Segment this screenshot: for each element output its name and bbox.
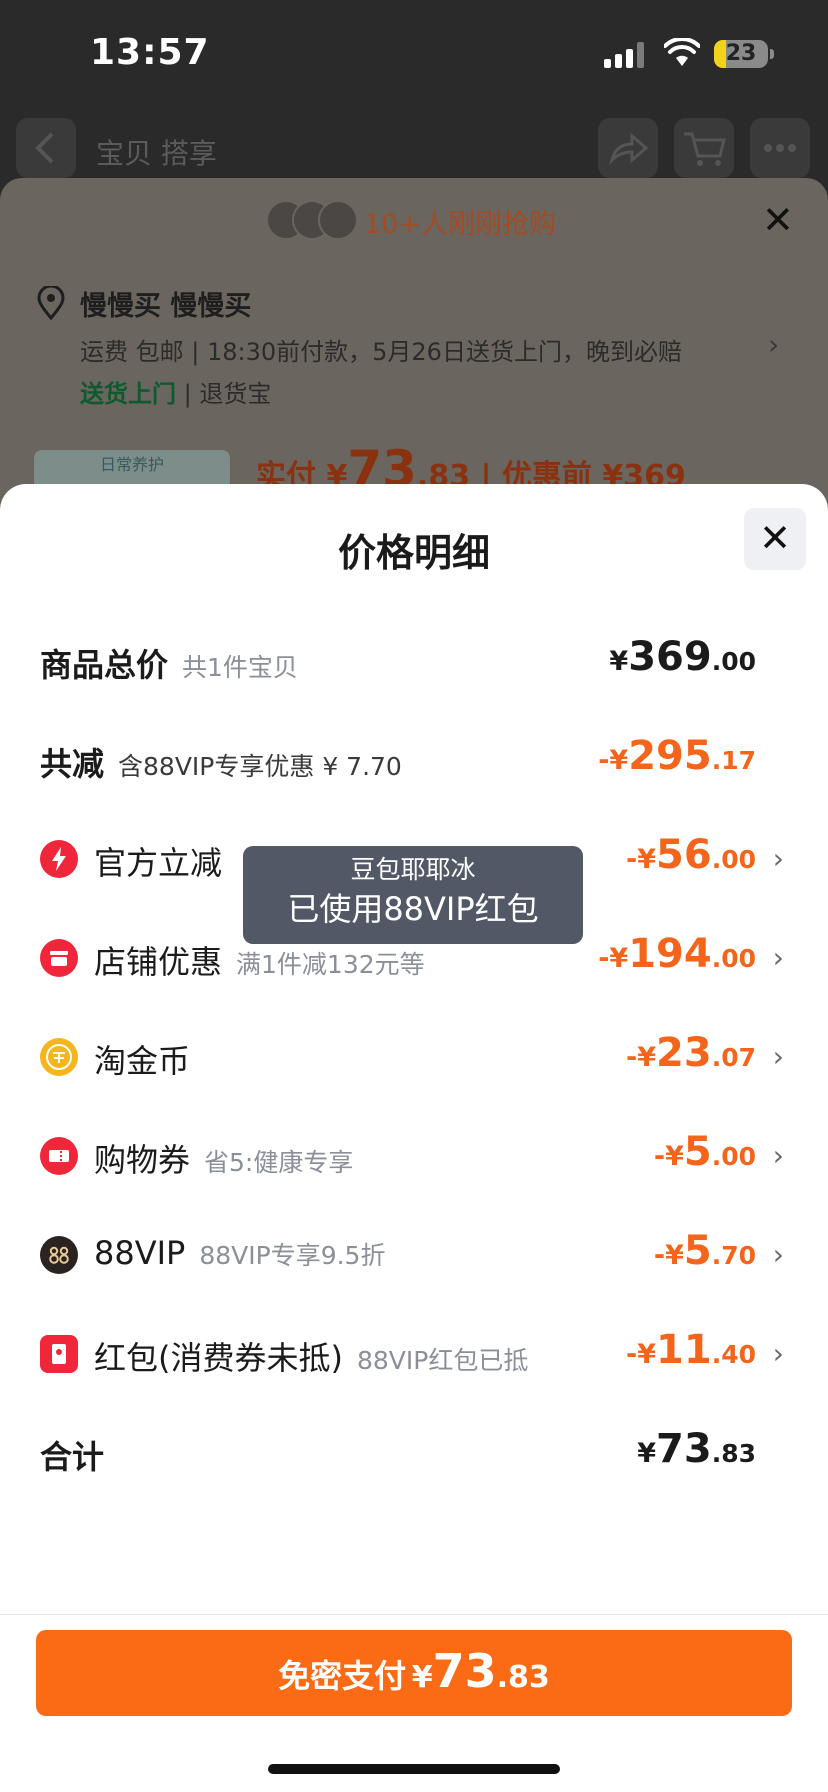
battery-icon: 23 [714, 40, 768, 68]
order-close-icon[interactable]: ✕ [762, 198, 794, 242]
shipping-info: 运费 包邮 | 18:30前付款，5月26日送货上门，晚到必赔 [80, 338, 682, 366]
share-icon [609, 132, 649, 165]
row-sub: 共1件宝贝 [182, 653, 298, 682]
row-sub: 满1件减132元等 [236, 950, 425, 979]
delivery-tag: 送货上门 [80, 380, 176, 408]
sheet-title: 价格明细 [337, 531, 490, 575]
row-label: 商品总价 [40, 646, 169, 684]
vip88-icon [40, 1236, 78, 1274]
row-taojinbi[interactable]: 淘金币 -¥23.07 › [40, 1026, 788, 1086]
row-sub: 省5:健康专享 [204, 1148, 354, 1177]
pay-currency: ¥ [411, 1660, 433, 1695]
cart-icon [684, 132, 726, 166]
row-sub: 含88VIP专享优惠 ¥ 7.70 [118, 752, 402, 781]
chevron-right-icon[interactable]: › [768, 328, 779, 361]
row-shopping-coupon[interactable]: 购物券 省5:健康专享 -¥5.00 › [40, 1125, 788, 1185]
back-button[interactable] [16, 118, 76, 178]
close-button[interactable]: ✕ [744, 508, 806, 570]
row-total-discount: 共减 含88VIP专享优惠 ¥ 7.70 -¥295.17 [40, 729, 788, 789]
row-label: 官方立减 [94, 844, 223, 882]
coin-icon [40, 1038, 78, 1076]
row-amount: -¥11.40 [626, 1327, 756, 1373]
toast-message: 豆包耶耶冰 已使用88VIP红包 [243, 846, 583, 944]
return-tag: | 退货宝 [176, 380, 272, 408]
order-sheet-background: 10+人刚刚抢购 ✕ 慢慢买 慢慢买 运费 包邮 | 18:30前付款，5月26… [0, 178, 828, 518]
cart-button[interactable] [674, 118, 734, 178]
row-amount: -¥23.07 [626, 1030, 756, 1076]
pay-amount-int: 73 [432, 1644, 497, 1698]
promo-text: 日常养护 [99, 455, 164, 474]
chevron-right-icon: › [772, 842, 784, 875]
top-nav: 宝贝 搭享 [0, 112, 828, 184]
chevron-right-icon: › [772, 941, 784, 974]
row-label: 店铺优惠 [94, 943, 223, 981]
wifi-icon [664, 38, 700, 66]
redpacket-icon [40, 1335, 78, 1373]
row-sub: 88VIP专享9.5折 [199, 1241, 386, 1270]
pay-button[interactable]: 免密支付 ¥73.83 [36, 1630, 792, 1716]
row-amount: -¥5.70 [653, 1228, 756, 1274]
signal-icon [604, 42, 648, 68]
close-icon: ✕ [759, 516, 791, 560]
row-label: 购物券 [94, 1141, 191, 1179]
location-pin-icon [37, 286, 65, 320]
row-goods-total: 商品总价 共1件宝贝 ¥369.00 [40, 630, 788, 690]
status-bar: 13:57 23 [0, 0, 828, 110]
coupon-icon [40, 1137, 78, 1175]
status-time: 13:57 [90, 32, 210, 73]
row-label: 88VIP [94, 1234, 186, 1272]
row-amount: -¥295.17 [598, 733, 756, 779]
home-indicator[interactable] [268, 1764, 560, 1774]
pay-label: 免密支付 [278, 1657, 407, 1695]
row-grand-total: 合计 ¥73.83 [40, 1422, 788, 1482]
row-amount: -¥5.00 [653, 1129, 756, 1175]
divider [0, 1614, 828, 1615]
row-amount: -¥194.00 [598, 931, 756, 977]
shop-icon [40, 939, 78, 977]
chevron-right-icon: › [772, 1238, 784, 1271]
row-label: 合计 [40, 1438, 105, 1476]
row-label: 共减 [40, 745, 105, 783]
recipient-name: 慢慢买 慢慢买 [80, 291, 252, 322]
row-amount: ¥369.00 [609, 634, 756, 680]
battery-percent: 23 [725, 41, 757, 66]
chevron-right-icon: › [772, 1337, 784, 1370]
chevron-right-icon: › [772, 1040, 784, 1073]
more-dots-icon [764, 144, 796, 152]
row-amount: ¥73.83 [637, 1426, 756, 1472]
row-red-packet[interactable]: 红包(消费券未抵) 88VIP红包已抵 -¥11.40 › [40, 1323, 788, 1383]
share-button[interactable] [598, 118, 658, 178]
row-label: 红包(消费券未抵) [94, 1339, 343, 1377]
back-arrow-icon [35, 132, 54, 164]
nav-title: 宝贝 搭享 [96, 137, 217, 170]
price-detail-sheet: 价格明细 ✕ 商品总价 共1件宝贝 ¥369.00 共减 含88VIP专享优惠 ¥ … [0, 484, 828, 1792]
toast-line2: 已使用88VIP红包 [287, 890, 539, 928]
service-tags: 送货上门 | 退货宝 [80, 374, 271, 409]
toast-line1: 豆包耶耶冰 [350, 855, 476, 884]
lightning-icon [40, 840, 78, 878]
row-sub: 88VIP红包已抵 [356, 1346, 529, 1375]
row-label: 淘金币 [94, 1042, 191, 1080]
more-button[interactable] [750, 118, 810, 178]
pay-amount-dec: .83 [496, 1660, 550, 1695]
chevron-right-icon: › [772, 1139, 784, 1172]
row-88vip[interactable]: 88VIP 88VIP专享9.5折 -¥5.70 › [40, 1224, 788, 1284]
row-amount: -¥56.00 [626, 832, 756, 878]
recent-buyers-text: 10+人刚刚抢购 [364, 209, 556, 240]
